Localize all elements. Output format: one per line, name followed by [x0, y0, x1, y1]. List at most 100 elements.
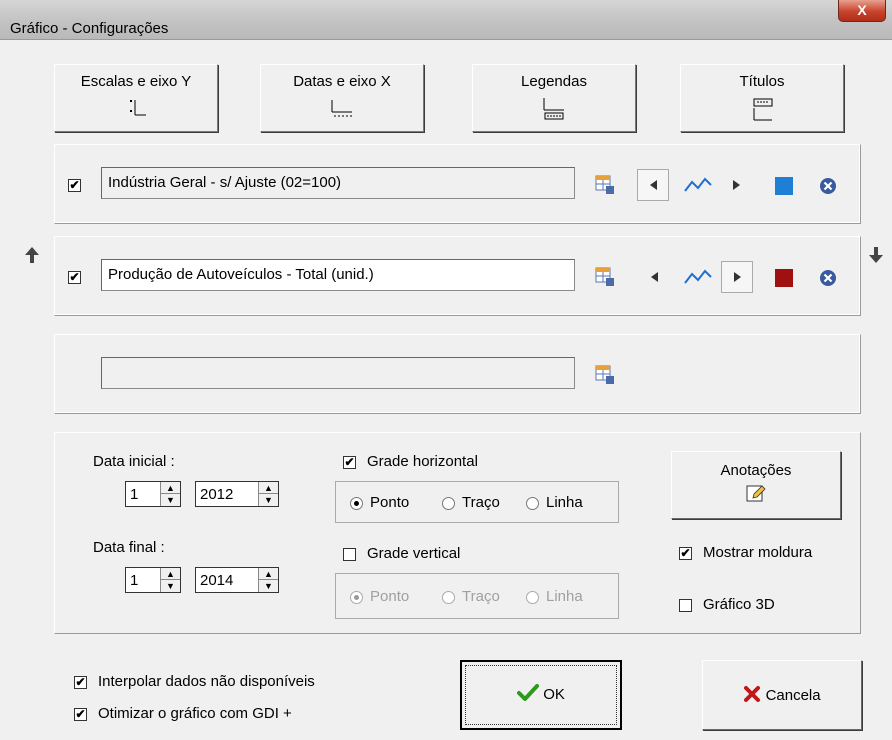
- series-row-1: ✔ Indústria Geral - s/ Ajuste (02=100): [54, 144, 861, 224]
- series-3-name-field[interactable]: [101, 357, 575, 389]
- table-icon[interactable]: [595, 175, 615, 195]
- end-month-spinner[interactable]: 1 ▲ ▼: [125, 567, 181, 593]
- table-icon[interactable]: [595, 267, 615, 287]
- radio-ponto[interactable]: [350, 591, 363, 604]
- color-square-icon: [775, 177, 793, 195]
- chart-3d-checkbox[interactable]: [679, 599, 692, 612]
- tab-label: Legendas: [521, 73, 587, 90]
- series-2-checkbox[interactable]: ✔: [68, 271, 81, 284]
- show-frame-checkbox[interactable]: ✔: [679, 547, 692, 560]
- start-month-value: 1: [130, 486, 139, 503]
- chart-3d-label: Gráfico 3D: [703, 596, 775, 613]
- x-icon: [744, 686, 761, 702]
- triangle-left-icon: [650, 180, 657, 190]
- tab-label: Datas e eixo X: [293, 73, 391, 90]
- spin-down-icon[interactable]: ▼: [259, 580, 278, 592]
- ok-label: OK: [543, 686, 565, 703]
- radio-label: Linha: [546, 494, 583, 511]
- move-right-button[interactable]: [721, 261, 753, 293]
- radio-linha[interactable]: [526, 591, 539, 604]
- tab-legendas[interactable]: Legendas: [472, 64, 636, 132]
- line-chart-icon[interactable]: [683, 175, 713, 195]
- series-1-checkbox[interactable]: ✔: [68, 179, 81, 192]
- ok-button[interactable]: OK: [460, 660, 622, 730]
- radio-label: Linha: [546, 588, 583, 605]
- show-frame-label: Mostrar moldura: [703, 544, 813, 561]
- spin-down-icon[interactable]: ▼: [259, 494, 278, 506]
- start-year-value: 2012: [200, 486, 234, 503]
- start-year-spinner[interactable]: 2012 ▲ ▼: [195, 481, 279, 507]
- spinner-buttons: ▲ ▼: [160, 568, 180, 592]
- start-date-label: Data inicial :: [93, 453, 175, 470]
- spin-up-icon[interactable]: ▲: [161, 568, 180, 580]
- annotations-button[interactable]: Anotações: [671, 451, 841, 519]
- dialog-body: Escalas e eixo Y Datas e eixo X Legendas…: [0, 40, 892, 740]
- triangle-left-icon[interactable]: [645, 267, 665, 287]
- spin-down-icon[interactable]: ▼: [161, 580, 180, 592]
- y-axis-icon: [130, 100, 146, 116]
- triangle-right-icon[interactable]: [727, 175, 747, 195]
- end-month-value: 1: [130, 572, 139, 589]
- series-1-color-swatch[interactable]: [775, 177, 793, 195]
- title-bar: Gráfico - Configurações X: [0, 0, 892, 40]
- radio-ponto[interactable]: [350, 497, 363, 510]
- color-square-icon: [775, 269, 793, 287]
- radio-label: Traço: [462, 494, 500, 511]
- tab-label: Escalas e eixo Y: [80, 73, 192, 90]
- move-left-button[interactable]: [637, 169, 669, 201]
- pencil-icon: [746, 485, 766, 502]
- table-icon[interactable]: [595, 365, 615, 385]
- spinner-buttons: ▲ ▼: [160, 482, 180, 506]
- arrow-down-icon[interactable]: [868, 246, 884, 264]
- options-panel: Data inicial : 1 ▲ ▼ 2012 ▲ ▼ Data final…: [54, 432, 861, 634]
- horizontal-grid-checkbox[interactable]: ✔: [343, 456, 356, 469]
- arrow-up-icon[interactable]: [24, 246, 40, 264]
- vertical-grid-checkbox[interactable]: [343, 548, 356, 561]
- legend-icon: [543, 98, 564, 120]
- radio-linha[interactable]: [526, 497, 539, 510]
- interpolate-label: Interpolar dados não disponíveis: [98, 673, 315, 690]
- check-icon: [517, 684, 540, 701]
- tab-escalas-eixo-y[interactable]: Escalas e eixo Y: [54, 64, 218, 132]
- cancel-button[interactable]: Cancela: [702, 660, 862, 730]
- close-button[interactable]: X: [838, 0, 886, 22]
- x-axis-icon: [331, 100, 352, 117]
- horizontal-grid-label: Grade horizontal: [367, 453, 478, 470]
- horizontal-grid-style-group: Ponto Traço Linha: [335, 481, 619, 523]
- triangle-right-icon: [734, 272, 741, 282]
- spin-up-icon[interactable]: ▲: [259, 568, 278, 580]
- cancel-label: Cancela: [765, 687, 821, 704]
- series-2-color-swatch[interactable]: [775, 269, 793, 287]
- radio-traco[interactable]: [442, 591, 455, 604]
- optimize-gdi-checkbox[interactable]: ✔: [74, 708, 87, 721]
- tab-label: Títulos: [739, 73, 785, 90]
- optimize-gdi-label: Otimizar o gráfico com GDI +: [98, 705, 292, 722]
- spinner-buttons: ▲ ▼: [258, 568, 278, 592]
- series-row-2: ✔ Produção de Autoveículos - Total (unid…: [54, 236, 861, 316]
- radio-traco[interactable]: [442, 497, 455, 510]
- tab-titulos[interactable]: Títulos: [680, 64, 844, 132]
- series-row-3: [54, 334, 861, 414]
- remove-series-icon[interactable]: [819, 269, 837, 287]
- window-title: Gráfico - Configurações: [10, 20, 169, 37]
- annotations-label: Anotações: [720, 462, 792, 479]
- radio-label: Ponto: [370, 588, 410, 605]
- remove-series-icon[interactable]: [819, 177, 837, 195]
- radio-label: Ponto: [370, 494, 410, 511]
- end-date-label: Data final :: [93, 539, 165, 556]
- interpolate-checkbox[interactable]: ✔: [74, 676, 87, 689]
- cancel-content: Cancela: [703, 685, 861, 704]
- spin-up-icon[interactable]: ▲: [161, 482, 180, 494]
- spinner-buttons: ▲ ▼: [258, 482, 278, 506]
- radio-label: Traço: [462, 588, 500, 605]
- tab-datas-eixo-x[interactable]: Datas e eixo X: [260, 64, 424, 132]
- spin-up-icon[interactable]: ▲: [259, 482, 278, 494]
- line-chart-icon[interactable]: [683, 267, 713, 287]
- end-year-value: 2014: [200, 572, 234, 589]
- vertical-grid-style-group: Ponto Traço Linha: [335, 573, 619, 619]
- end-year-spinner[interactable]: 2014 ▲ ▼: [195, 567, 279, 593]
- series-2-name-field[interactable]: Produção de Autoveículos - Total (unid.): [101, 259, 575, 291]
- series-1-name-field[interactable]: Indústria Geral - s/ Ajuste (02=100): [101, 167, 575, 199]
- spin-down-icon[interactable]: ▼: [161, 494, 180, 506]
- start-month-spinner[interactable]: 1 ▲ ▼: [125, 481, 181, 507]
